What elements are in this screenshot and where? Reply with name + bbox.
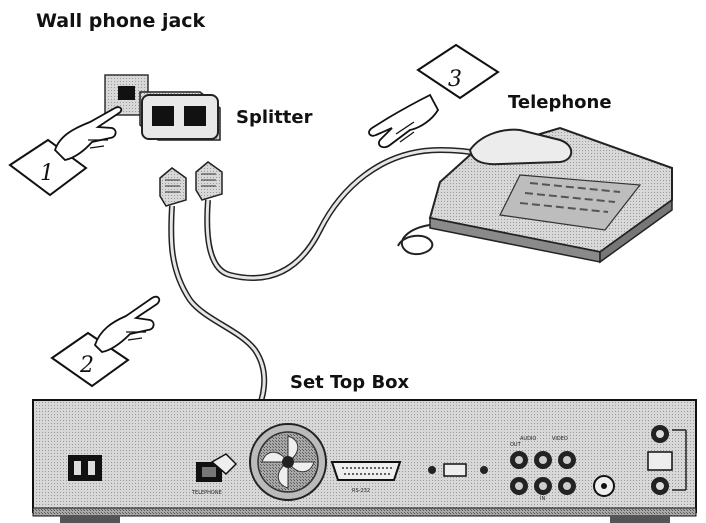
telephone-port-label: TELEPHONE xyxy=(191,490,222,496)
set-top-box: TELEPHONE RS-232 OUT AUDIO VIDEO IN xyxy=(32,399,697,523)
step-1-number: 1 xyxy=(40,161,54,186)
wall-phone-jack-label: Wall phone jack xyxy=(36,10,206,32)
pointing-hand-icon xyxy=(368,93,440,149)
power-socket-icon xyxy=(68,455,102,481)
pointing-hand-icon xyxy=(93,295,161,353)
video-label: VIDEO xyxy=(552,436,568,442)
splitter-label: Splitter xyxy=(236,107,313,128)
in-label: IN xyxy=(540,496,545,502)
phone-plug-icon xyxy=(159,167,187,207)
diagram-art: 1 2 3 TELEPHONE RS-232 OUT AUDIO VIDEO I… xyxy=(8,43,697,523)
fan-icon xyxy=(249,423,327,501)
step-3-tag: 3 xyxy=(416,43,500,100)
telephone-label: Telephone xyxy=(508,92,612,113)
step-2-number: 2 xyxy=(79,353,94,378)
setup-diagram: 1 2 3 TELEPHONE RS-232 OUT AUDIO VIDEO I… xyxy=(0,0,706,523)
audio-label: AUDIO xyxy=(520,436,536,442)
set-top-box-label: Set Top Box xyxy=(290,372,410,393)
step-3-number: 3 xyxy=(448,67,462,92)
splitter-icon xyxy=(139,91,221,141)
svideo-port xyxy=(593,475,615,497)
phone-plug-icon xyxy=(195,161,223,201)
out-label: OUT xyxy=(510,442,522,448)
rs232-label: RS-232 xyxy=(352,488,370,494)
pointing-hand-icon xyxy=(53,106,123,161)
